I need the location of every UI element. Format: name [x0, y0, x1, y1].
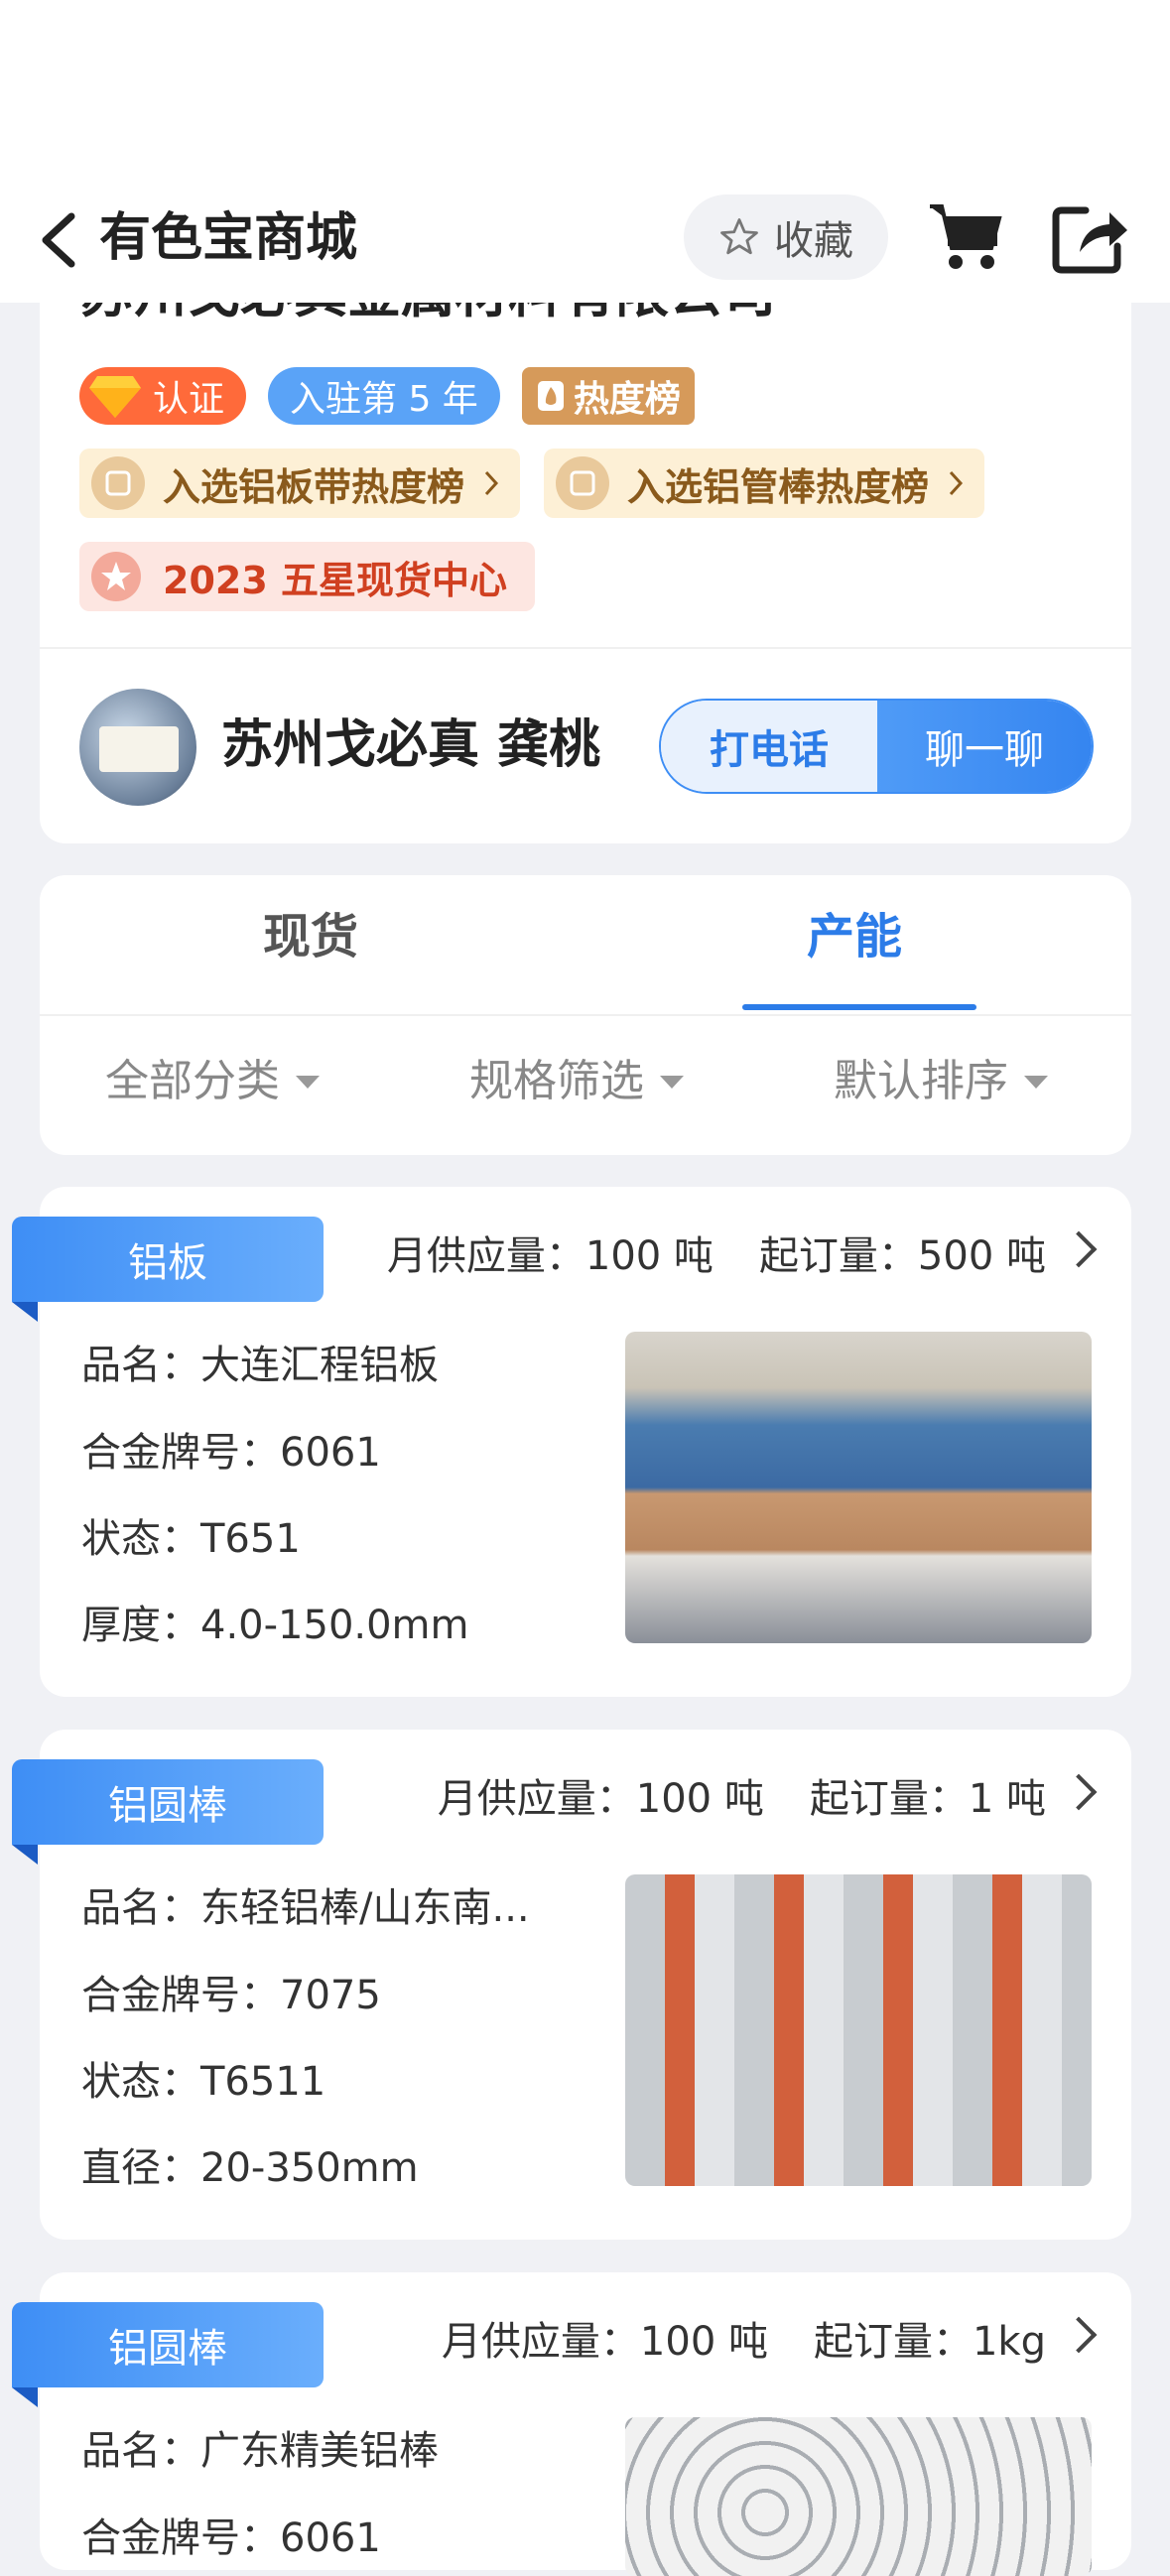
ranking-label: 入选铝板带热度榜 [163, 464, 465, 509]
category-ribbon: 铝圆棒 [12, 2302, 324, 2387]
status-bar-area [0, 0, 1170, 179]
product-name: 品名：广东精美铝棒 [81, 2428, 439, 2474]
hot-rank-label: 热度榜 [573, 379, 681, 420]
alloy-grade: 合金牌号：6061 [81, 2515, 381, 2561]
product-card[interactable]: 铝圆棒 月供应量：100 吨起订量：1 吨 品名：东轻铝棒/山东南... 合金牌… [12, 1730, 1131, 2240]
back-button[interactable] [36, 208, 85, 272]
store-badges: 认证 入驻第 5 年 热度榜 [79, 367, 695, 425]
product-card[interactable]: 铝板 月供应量：100 吨起订量：500 吨 品名：大连汇程铝板 合金牌号：60… [12, 1187, 1131, 1697]
ribbon-fold [12, 1302, 38, 1322]
cart-icon [930, 204, 1002, 269]
tab-filter-card: 现货 产能 全部分类 规格筛选 默认排序 [40, 875, 1131, 1155]
chevron-right-icon [484, 470, 499, 496]
divider [40, 1014, 1131, 1016]
flame-icon [537, 381, 564, 411]
hot-rank-badge: 热度榜 [521, 367, 695, 425]
page-title: 有色宝商城 [99, 208, 358, 268]
seller-avatar[interactable] [79, 689, 196, 806]
product-image[interactable] [625, 2417, 1092, 2576]
star-icon [720, 218, 758, 255]
cart-button[interactable] [926, 196, 1007, 278]
chevron-right-icon[interactable] [1060, 1230, 1098, 1268]
product-image[interactable] [625, 1874, 1092, 2186]
certified-label: 认证 [153, 379, 225, 420]
share-icon [1052, 206, 1127, 274]
alloy-grade: 合金牌号：6061 [81, 1430, 381, 1476]
category-ribbon: 铝板 [12, 1217, 324, 1302]
ranking-row: 入选铝板带热度榜 入选铝管棒热度榜 [79, 449, 985, 518]
store-info-card: 苏州戈必真金属材料有限公司 认证 入驻第 5 年 热度榜 入选铝板带热度榜 入选… [40, 258, 1131, 843]
temper: 状态：T651 [81, 1516, 301, 1562]
product-name: 品名：东轻铝棒/山东南... [81, 1885, 530, 1931]
caret-down-icon [660, 1075, 684, 1089]
ribbon-fold [12, 2387, 38, 2407]
caret-down-icon [1024, 1075, 1048, 1089]
chevron-right-icon[interactable] [1060, 2316, 1098, 2354]
diamond-icon [89, 376, 141, 418]
rank-icon [91, 456, 145, 510]
monthly-supply: 月供应量：100 吨 [386, 1233, 714, 1279]
product-image[interactable] [625, 1332, 1092, 1643]
divider [40, 647, 1131, 649]
category-filter-label: 全部分类 [105, 1056, 280, 1106]
chevron-right-icon[interactable] [1060, 1773, 1098, 1811]
caret-down-icon [296, 1075, 320, 1089]
ranking-plate-strip[interactable]: 入选铝板带热度榜 [79, 449, 521, 518]
seller-name: 苏州戈必真 龚桃 [221, 715, 601, 775]
ribbon-fold [12, 1845, 38, 1865]
rank-icon [556, 456, 610, 510]
chat-button[interactable]: 聊一聊 [877, 701, 1092, 792]
category-ribbon: 铝圆棒 [12, 1759, 324, 1845]
sort-filter-label: 默认排序 [834, 1056, 1008, 1106]
chevron-right-icon [949, 470, 964, 496]
active-tab-indicator [742, 1004, 976, 1010]
contact-buttons: 打电话 聊一聊 [659, 699, 1094, 794]
certified-badge: 认证 [79, 367, 247, 425]
call-button[interactable]: 打电话 [661, 701, 877, 792]
favorite-label: 收藏 [774, 218, 853, 264]
top-bar: 有色宝商城 收藏 [0, 179, 1170, 303]
medal-icon [91, 552, 141, 601]
supply-info: 月供应量：100 吨起订量：500 吨 [387, 1224, 1046, 1288]
product-name: 品名：大连汇程铝板 [81, 1343, 439, 1388]
min-order: 起订量：1kg [813, 2319, 1046, 2365]
diameter: 直径：20-350mm [81, 2145, 419, 2191]
favorite-button[interactable]: 收藏 [684, 194, 888, 280]
chevron-left-icon [42, 212, 75, 268]
category-filter[interactable]: 全部分类 [105, 1050, 320, 1113]
tab-spot[interactable]: 现货 [263, 905, 358, 968]
monthly-supply: 月供应量：100 吨 [437, 1776, 764, 1822]
years-badge: 入驻第 5 年 [268, 367, 500, 425]
min-order: 起订量：1 吨 [809, 1776, 1046, 1822]
tab-capacity[interactable]: 产能 [807, 905, 902, 968]
five-star-center-badge: 2023 五星现货中心 [79, 542, 535, 611]
product-card[interactable]: 铝圆棒 月供应量：100 吨起订量：1kg 品名：广东精美铝棒 合金牌号：606… [12, 2272, 1131, 2576]
supply-info: 月供应量：100 吨起订量：1kg [442, 2310, 1046, 2374]
alloy-grade: 合金牌号：7075 [81, 1973, 381, 2018]
spec-filter[interactable]: 规格筛选 [469, 1050, 684, 1113]
thickness: 厚度：4.0-150.0mm [81, 1603, 469, 1648]
ranking-tube-bar[interactable]: 入选铝管棒热度榜 [544, 449, 985, 518]
monthly-supply: 月供应量：100 吨 [441, 2319, 768, 2365]
supply-info: 月供应量：100 吨起订量：1 吨 [438, 1767, 1046, 1831]
sort-filter[interactable]: 默认排序 [834, 1050, 1048, 1113]
temper: 状态：T6511 [81, 2059, 326, 2105]
ranking-label: 入选铝管棒热度榜 [627, 464, 930, 509]
share-button[interactable] [1050, 196, 1131, 278]
five-star-center-label: 2023 五星现货中心 [163, 558, 507, 602]
min-order: 起订量：500 吨 [758, 1233, 1046, 1279]
spec-filter-label: 规格筛选 [469, 1056, 644, 1106]
